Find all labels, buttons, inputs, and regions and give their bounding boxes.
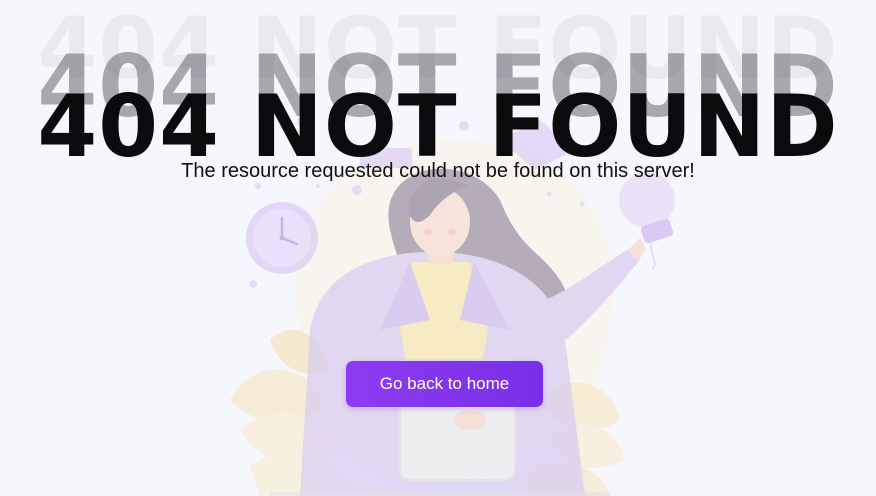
not-found-page: 404 NOT FOUND 404 NOT FOUND 404 NOT FOUN… xyxy=(0,0,876,496)
clock-icon xyxy=(246,202,318,274)
page-title: 404 NOT FOUND xyxy=(37,77,839,177)
floor-line xyxy=(270,492,610,496)
error-message: The resource requested could not be foun… xyxy=(181,160,695,182)
go-home-button[interactable]: Go back to home xyxy=(346,361,543,407)
